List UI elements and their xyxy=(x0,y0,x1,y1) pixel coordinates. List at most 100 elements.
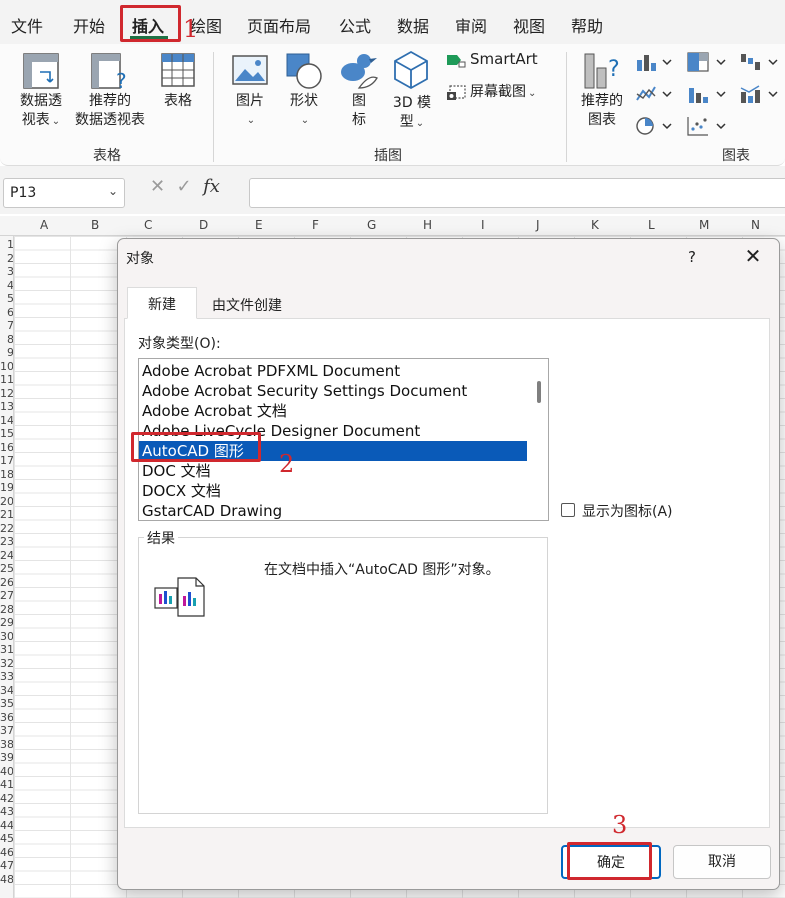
row-header[interactable]: 43 xyxy=(0,805,13,818)
row-header[interactable]: 44 xyxy=(0,819,13,832)
row-header[interactable]: 6 xyxy=(0,306,13,319)
row-header[interactable]: 8 xyxy=(0,333,13,346)
menu-help[interactable]: 帮助 xyxy=(571,13,603,37)
list-item[interactable]: Adobe Acrobat PDFXML Document xyxy=(139,361,527,381)
row-header[interactable]: 32 xyxy=(0,657,13,670)
insert-function-button[interactable]: fx xyxy=(203,176,220,197)
line-chart-icon[interactable] xyxy=(635,84,673,104)
display-as-icon-label[interactable]: 显示为图标(A) xyxy=(582,501,673,521)
formula-input[interactable] xyxy=(249,178,785,208)
row-header[interactable]: 12 xyxy=(0,387,13,400)
column-header[interactable]: D xyxy=(199,218,208,232)
column-header[interactable]: I xyxy=(481,218,485,232)
row-header[interactable]: 14 xyxy=(0,414,13,427)
column-header[interactable]: A xyxy=(40,218,48,232)
row-header[interactable]: 39 xyxy=(0,751,13,764)
menu-formulas[interactable]: 公式 xyxy=(339,13,371,37)
chevron-down-icon[interactable]: ⌄ xyxy=(108,184,118,198)
column-header[interactable]: H xyxy=(423,218,432,232)
menu-data[interactable]: 数据 xyxy=(397,13,429,37)
column-header[interactable]: F xyxy=(312,218,319,232)
row-header[interactable]: 35 xyxy=(0,697,13,710)
column-header[interactable]: C xyxy=(144,218,152,232)
row-header[interactable]: 26 xyxy=(0,576,13,589)
confirm-entry-icon[interactable]: ✓ xyxy=(177,176,192,197)
list-item[interactable]: GstarCAD Drawing xyxy=(139,501,527,520)
row-header[interactable]: 41 xyxy=(0,778,13,791)
menu-page-layout[interactable]: 页面布局 xyxy=(247,13,311,37)
row-header[interactable]: 5 xyxy=(0,292,13,305)
chevron-down-icon: ⌄ xyxy=(300,115,310,126)
row-header[interactable]: 40 xyxy=(0,765,13,778)
row-header[interactable]: 46 xyxy=(0,846,13,859)
row-header[interactable]: 28 xyxy=(0,603,13,616)
row-header[interactable]: 1 xyxy=(0,238,13,251)
tab-create-from-file[interactable]: 由文件创建 xyxy=(201,289,293,317)
row-header[interactable]: 48 xyxy=(0,873,13,886)
row-header[interactable]: 23 xyxy=(0,535,13,548)
row-header[interactable]: 30 xyxy=(0,630,13,643)
cancel-entry-icon[interactable]: ✕ xyxy=(150,176,165,197)
hierarchy-chart-icon[interactable] xyxy=(687,52,727,72)
row-header[interactable]: 19 xyxy=(0,481,13,494)
row-header[interactable]: 10 xyxy=(0,360,13,373)
menu-view[interactable]: 视图 xyxy=(513,13,545,37)
combo-chart-icon[interactable] xyxy=(739,84,779,104)
display-as-icon-checkbox[interactable] xyxy=(561,503,575,517)
scatter-chart-icon[interactable] xyxy=(687,116,727,136)
scrollbar-thumb[interactable] xyxy=(537,381,541,403)
row-header[interactable]: 4 xyxy=(0,279,13,292)
list-item[interactable]: DOC 文档 xyxy=(139,461,527,481)
row-header[interactable]: 15 xyxy=(0,427,13,440)
row-header[interactable]: 24 xyxy=(0,549,13,562)
row-header[interactable]: 18 xyxy=(0,468,13,481)
row-header[interactable]: 29 xyxy=(0,616,13,629)
row-header[interactable]: 42 xyxy=(0,792,13,805)
close-icon[interactable]: ✕ xyxy=(739,244,767,270)
column-chart-icon[interactable] xyxy=(635,52,673,72)
row-header[interactable]: 31 xyxy=(0,643,13,656)
row-header[interactable]: 16 xyxy=(0,441,13,454)
statistic-chart-icon[interactable] xyxy=(687,84,727,104)
list-item[interactable]: Adobe Acrobat 文档 xyxy=(139,401,527,421)
row-header[interactable]: 11 xyxy=(0,373,13,386)
column-header[interactable]: E xyxy=(255,218,263,232)
column-header[interactable]: K xyxy=(591,218,599,232)
list-item[interactable]: Adobe Acrobat Security Settings Document xyxy=(139,381,527,401)
tab-create-new[interactable]: 新建 xyxy=(127,287,197,319)
row-header[interactable]: 36 xyxy=(0,711,13,724)
column-header[interactable]: M xyxy=(699,218,709,232)
row-header[interactable]: 9 xyxy=(0,346,13,359)
row-header[interactable]: 17 xyxy=(0,454,13,467)
row-header[interactable]: 7 xyxy=(0,319,13,332)
row-header[interactable]: 13 xyxy=(0,400,13,413)
row-header[interactable]: 34 xyxy=(0,684,13,697)
row-header[interactable]: 38 xyxy=(0,738,13,751)
menu-home[interactable]: 开始 xyxy=(73,13,105,37)
pie-chart-icon[interactable] xyxy=(635,116,673,136)
column-header[interactable]: N xyxy=(751,218,760,232)
column-header[interactable]: B xyxy=(91,218,99,232)
row-header[interactable]: 22 xyxy=(0,522,13,535)
row-header[interactable]: 2 xyxy=(0,252,13,265)
row-header[interactable]: 25 xyxy=(0,562,13,575)
help-icon[interactable]: ? xyxy=(688,248,696,266)
menu-file[interactable]: 文件 xyxy=(11,13,43,37)
row-header[interactable]: 3 xyxy=(0,265,13,278)
row-header[interactable]: 21 xyxy=(0,508,13,521)
column-header[interactable]: L xyxy=(648,218,655,232)
cancel-button[interactable]: 取消 xyxy=(673,845,771,879)
row-header[interactable]: 27 xyxy=(0,589,13,602)
column-header[interactable]: J xyxy=(536,218,540,232)
row-header[interactable]: 45 xyxy=(0,832,13,845)
row-header[interactable]: 20 xyxy=(0,495,13,508)
row-header[interactable]: 37 xyxy=(0,724,13,737)
name-box[interactable]: P13 ⌄ xyxy=(3,178,125,208)
list-item[interactable]: DOCX 文档 xyxy=(139,481,527,501)
row-header[interactable]: 47 xyxy=(0,859,13,872)
column-header[interactable]: G xyxy=(367,218,376,232)
chevron-down-icon: ⌄ xyxy=(415,118,425,129)
menu-review[interactable]: 审阅 xyxy=(455,13,487,37)
row-header[interactable]: 33 xyxy=(0,670,13,683)
waterfall-chart-icon[interactable] xyxy=(739,52,779,72)
